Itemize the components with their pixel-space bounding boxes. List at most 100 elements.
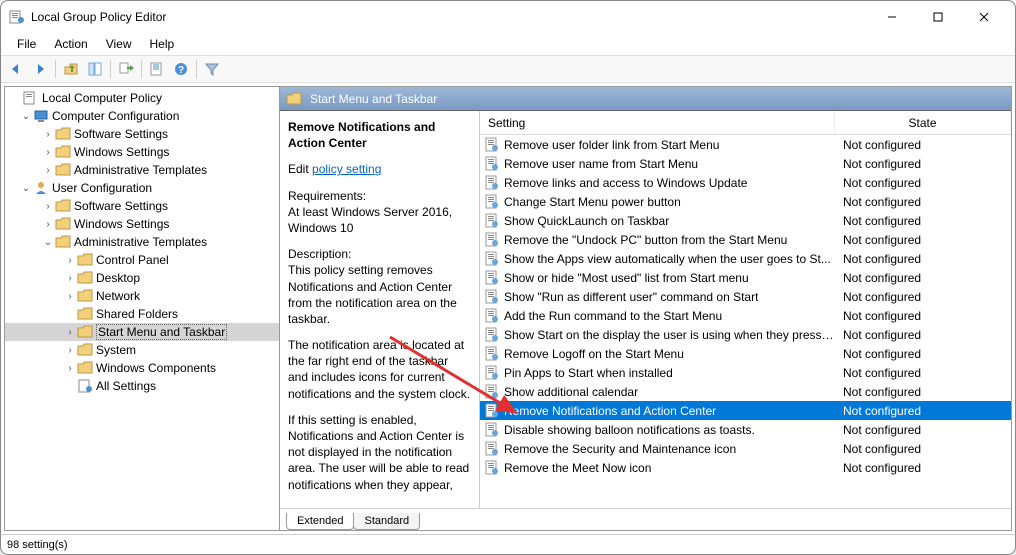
tree-network[interactable]: › Network [5, 287, 279, 305]
right-pane: Start Menu and Taskbar Remove Notificati… [280, 87, 1011, 530]
tree-software-settings[interactable]: › Software Settings [5, 125, 279, 143]
back-button[interactable] [5, 58, 27, 80]
setting-state: Not configured [835, 290, 1011, 304]
tree-label: Windows Settings [74, 145, 169, 159]
setting-name: Change Start Menu power button [504, 195, 681, 209]
setting-name: Remove the Meet Now icon [504, 461, 651, 475]
list-row[interactable]: Show additional calendarNot configured [480, 382, 1011, 401]
tree-root[interactable]: Local Computer Policy [5, 89, 279, 107]
setting-name: Remove user folder link from Start Menu [504, 138, 719, 152]
expander-icon[interactable]: ⌄ [19, 183, 33, 194]
policy-item-icon [484, 441, 500, 457]
export-button[interactable] [115, 58, 137, 80]
tree-user-config[interactable]: ⌄ User Configuration [5, 179, 279, 197]
setting-state: Not configured [835, 214, 1011, 228]
up-button[interactable] [60, 58, 82, 80]
expander-icon[interactable]: ⌄ [41, 237, 55, 248]
list-row[interactable]: Remove Notifications and Action CenterNo… [480, 401, 1011, 420]
refresh-button[interactable] [146, 58, 168, 80]
list-row[interactable]: Pin Apps to Start when installedNot conf… [480, 363, 1011, 382]
list-row[interactable]: Remove links and access to Windows Updat… [480, 173, 1011, 192]
list-row[interactable]: Change Start Menu power buttonNot config… [480, 192, 1011, 211]
menu-action[interactable]: Action [46, 35, 95, 53]
list-row[interactable]: Show Start on the display the user is us… [480, 325, 1011, 344]
filter-button[interactable] [201, 58, 223, 80]
tree-all-settings[interactable]: All Settings [5, 377, 279, 395]
list-row[interactable]: Remove user folder link from Start MenuN… [480, 135, 1011, 154]
settings-icon [77, 378, 93, 394]
menu-help[interactable]: Help [142, 35, 183, 53]
policy-item-icon [484, 346, 500, 362]
column-setting[interactable]: Setting [480, 111, 835, 134]
expander-icon[interactable]: ⌄ [19, 111, 33, 122]
tree-start-menu[interactable]: › Start Menu and Taskbar [5, 323, 279, 341]
menu-view[interactable]: View [98, 35, 140, 53]
list-row[interactable]: Show QuickLaunch on TaskbarNot configure… [480, 211, 1011, 230]
forward-button[interactable] [29, 58, 51, 80]
expander-icon[interactable]: › [63, 255, 77, 266]
maximize-button[interactable] [915, 1, 961, 33]
expander-icon[interactable]: › [41, 219, 55, 230]
setting-name: Remove links and access to Windows Updat… [504, 176, 747, 190]
folder-icon [55, 234, 71, 250]
policy-item-icon [484, 460, 500, 476]
expander-icon[interactable]: › [63, 273, 77, 284]
tree-pane[interactable]: Local Computer Policy ⌄ Computer Configu… [5, 87, 280, 530]
expander-icon[interactable]: › [41, 147, 55, 158]
app-icon [9, 9, 25, 25]
expander-icon[interactable]: › [63, 327, 77, 338]
show-hide-tree-button[interactable] [84, 58, 106, 80]
list-row[interactable]: Show or hide "Most used" list from Start… [480, 268, 1011, 287]
expander-icon[interactable]: › [63, 291, 77, 302]
tree-shared-folders[interactable]: Shared Folders [5, 305, 279, 323]
computer-icon [33, 108, 49, 124]
tree-computer-config[interactable]: ⌄ Computer Configuration [5, 107, 279, 125]
list-row[interactable]: Remove the Meet Now iconNot configured [480, 458, 1011, 477]
menubar: File Action View Help [1, 33, 1015, 55]
setting-state: Not configured [835, 309, 1011, 323]
settings-list-pane: Setting State Remove user folder link fr… [480, 111, 1011, 509]
edit-policy-link[interactable]: policy setting [312, 162, 381, 176]
tree-system[interactable]: › System [5, 341, 279, 359]
list-row[interactable]: Show the Apps view automatically when th… [480, 249, 1011, 268]
list-row[interactable]: Add the Run command to the Start MenuNot… [480, 306, 1011, 325]
separator-icon [110, 60, 111, 78]
list-row[interactable]: Disable showing balloon notifications as… [480, 420, 1011, 439]
list-row[interactable]: Show "Run as different user" command on … [480, 287, 1011, 306]
tree-admin-templates-user[interactable]: ⌄ Administrative Templates [5, 233, 279, 251]
tree-label: Control Panel [96, 253, 169, 267]
tree-windows-settings[interactable]: › Windows Settings [5, 143, 279, 161]
list-rows[interactable]: Remove user folder link from Start Menu N… [480, 135, 1011, 509]
expander-icon[interactable]: › [41, 129, 55, 140]
setting-name: Show or hide "Most used" list from Start… [504, 271, 749, 285]
column-state[interactable]: State [835, 111, 1011, 134]
setting-state: Not configured [835, 423, 1011, 437]
description-label: Description: [288, 246, 471, 262]
right-header-title: Start Menu and Taskbar [310, 92, 437, 106]
expander-icon[interactable]: › [63, 345, 77, 356]
tree-windows-components[interactable]: › Windows Components [5, 359, 279, 377]
tree-admin-templates[interactable]: › Administrative Templates [5, 161, 279, 179]
help-button[interactable]: ? [170, 58, 192, 80]
tab-standard[interactable]: Standard [353, 513, 420, 530]
list-row[interactable]: Remove the Security and Maintenance icon… [480, 439, 1011, 458]
list-row[interactable]: Remove user name from Start MenuNot conf… [480, 154, 1011, 173]
tree-software-settings-user[interactable]: › Software Settings [5, 197, 279, 215]
close-button[interactable] [961, 1, 1007, 33]
description-pane: Remove Notifications and Action Center E… [280, 111, 480, 509]
tree-desktop[interactable]: › Desktop [5, 269, 279, 287]
minimize-button[interactable] [869, 1, 915, 33]
setting-state: Not configured [835, 404, 1011, 418]
right-body: Remove Notifications and Action Center E… [280, 111, 1011, 509]
policy-item-icon [484, 213, 500, 229]
expander-icon[interactable]: › [41, 201, 55, 212]
list-row[interactable]: Remove the "Undock PC" button from the S… [480, 230, 1011, 249]
tree-control-panel[interactable]: › Control Panel [5, 251, 279, 269]
list-row[interactable]: Remove Logoff on the Start MenuNot confi… [480, 344, 1011, 363]
expander-icon[interactable]: › [41, 165, 55, 176]
tab-extended[interactable]: Extended [286, 513, 354, 530]
menu-file[interactable]: File [9, 35, 44, 53]
status-text: 98 setting(s) [7, 539, 68, 551]
tree-windows-settings-user[interactable]: › Windows Settings [5, 215, 279, 233]
expander-icon[interactable]: › [63, 363, 77, 374]
